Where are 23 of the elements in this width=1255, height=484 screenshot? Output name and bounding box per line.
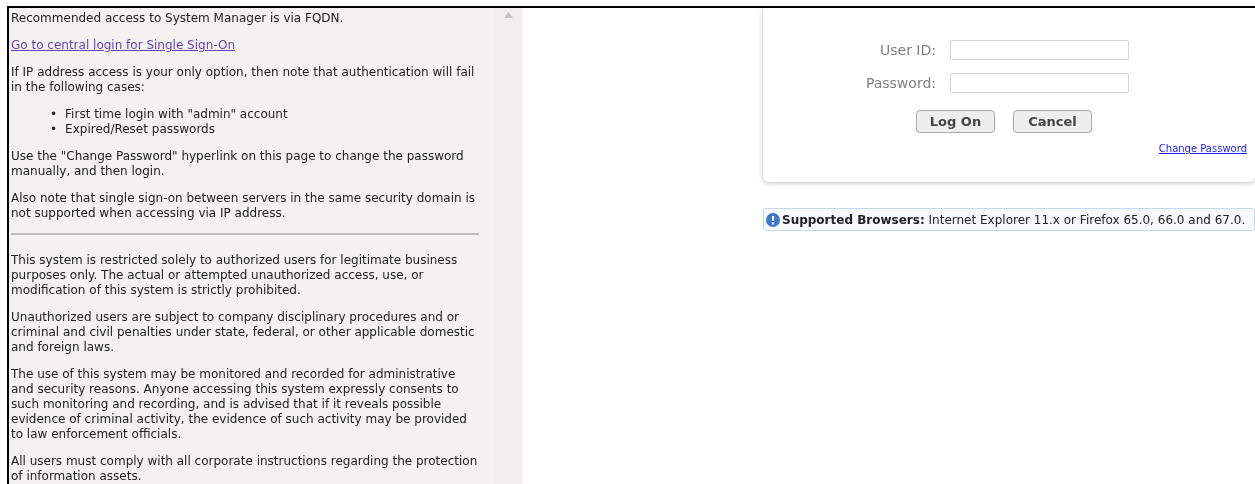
- note-paragraph: Also note that single sign-on between servers in the same security domain is not supported when accessing via IP address.: [11, 191, 477, 221]
- sso-link[interactable]: Go to central login for Single Sign-On: [11, 38, 235, 52]
- cancel-button[interactable]: Cancel: [1013, 110, 1092, 133]
- case-item: First time login with "admin" account: [65, 107, 288, 122]
- scroll-up-icon[interactable]: [503, 12, 513, 18]
- field-label: Password:: [864, 75, 937, 91]
- case-item: Expired/Reset passwords: [65, 122, 215, 137]
- bullet-mark: •: [50, 107, 58, 122]
- access-notice: Recommended access to System Manager is via FQDN.: [11, 11, 345, 26]
- legal-paragraph: Unauthorized users are subject to company disciplinary procedures and or criminal and civil penalties under state, federal, or other applicable domestic and foreign laws.: [11, 310, 476, 355]
- note-paragraph: Use the "Change Password" hyperlink on this page to change the password manually, and then login.: [11, 149, 465, 179]
- supported-browsers-text: Supported Browsers: Internet Explorer 11.x or Firefox 65.0, 66.0 and 67.0.: [782, 212, 1246, 227]
- input-field[interactable]: [950, 73, 1129, 93]
- legal-paragraph: This system is restricted solely to authorized users for legitimate business purposes only. The actual or attempted unauthorized access, use, or modification of this system is strictly prohibited.: [11, 253, 459, 298]
- legal-paragraph: The use of this system may be monitored and recorded for administrative and security reasons. Anyone accessing this system expressly consents to such monitoring and recording, and is advised that if it reveals possible evidence of criminal activity, the evidence of such activity may be provided to law enforcement officials.: [11, 367, 468, 442]
- input-field[interactable]: [950, 40, 1129, 60]
- bullet-mark: •: [50, 122, 58, 137]
- ip-warning: If IP address access is your only option, then note that authentication will fail in the following cases:: [11, 65, 476, 95]
- info-icon: [766, 212, 780, 227]
- field-label: User ID:: [879, 42, 937, 58]
- log-on-button[interactable]: Log On: [916, 110, 995, 133]
- change-password-link[interactable]: Change Password: [1158, 143, 1247, 154]
- legal-paragraph: All users must comply with all corporate instructions regarding the protection of information assets.: [11, 454, 479, 484]
